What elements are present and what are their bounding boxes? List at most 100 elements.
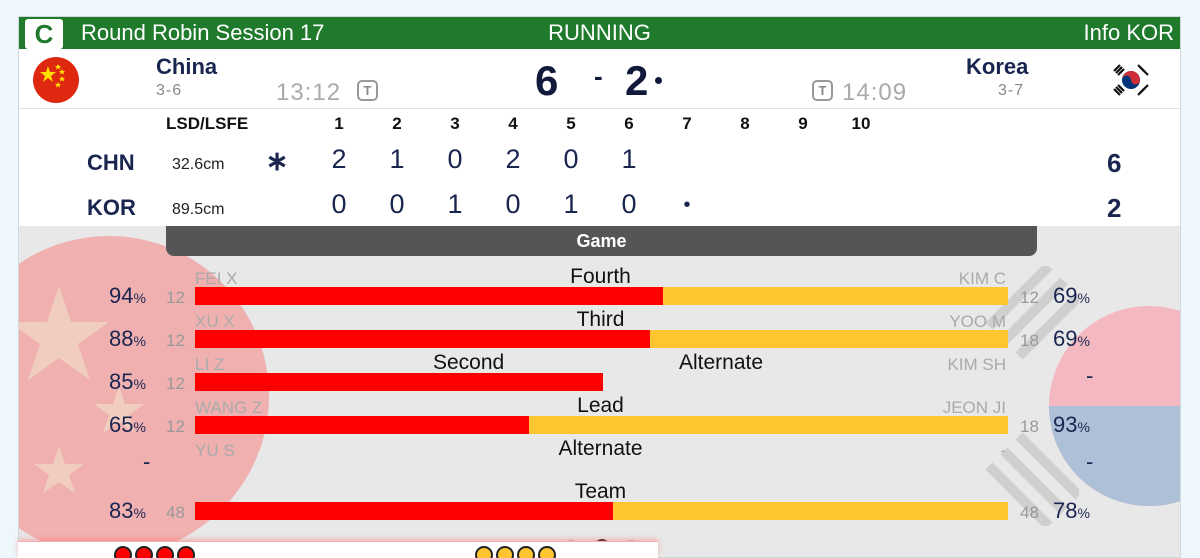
- end-score: 1: [621, 144, 637, 174]
- score-separator: -: [594, 61, 603, 91]
- stone-kor-icon: [517, 546, 535, 558]
- timeout-icon: T: [812, 80, 833, 101]
- left-percentage: 85%: [109, 369, 146, 395]
- game-status: RUNNING: [548, 20, 651, 45]
- stone-kor-icon: [496, 546, 514, 558]
- comparison-bar: [195, 502, 1008, 520]
- player-row: - YU S Alternate - -: [19, 437, 1180, 484]
- stone-kor-icon: [538, 546, 556, 558]
- right-player-name: JEON JI: [942, 398, 1006, 417]
- end-score: 1: [447, 189, 463, 219]
- end-score: 0: [621, 189, 637, 219]
- end-header: 9: [798, 114, 808, 133]
- end-header: 7: [682, 114, 692, 133]
- bar-segment-chn: [195, 373, 603, 391]
- end-score: 0: [563, 144, 579, 174]
- right-player-name: KIM C: [958, 269, 1006, 288]
- percent-unit: %: [1077, 505, 1090, 521]
- right-shot-count: 18: [1020, 417, 1039, 436]
- position-label: Second: [433, 351, 505, 374]
- end-header: 3: [450, 114, 460, 133]
- game-stats-panel: Game 94% 12 FEI X Fourth KIM C 12 69% 88% 12 XU X…: [19, 226, 1180, 557]
- stone-chn-icon: [156, 546, 174, 558]
- comparison-bar: [195, 416, 1008, 434]
- right-percentage: 69%: [1053, 326, 1090, 352]
- end-header: 5: [566, 114, 576, 133]
- percent-unit: %: [133, 419, 146, 435]
- left-player-name: LI Z: [195, 355, 225, 374]
- stone-chn-icon: [114, 546, 132, 558]
- score-china: 6: [535, 57, 559, 104]
- right-percentage-value: 69: [1053, 283, 1078, 308]
- game-card: C Round Robin Session 17 RUNNING Info KO…: [18, 16, 1181, 558]
- tab-game[interactable]: Game: [166, 226, 1037, 256]
- right-shot-count: 48: [1020, 503, 1039, 522]
- position-label: Team: [574, 480, 627, 503]
- left-shot-count: 12: [166, 374, 185, 393]
- end-header: 1: [334, 114, 344, 133]
- bar-segment-kor: [529, 416, 1008, 434]
- korea-flag-icon: [1108, 57, 1154, 103]
- lsd-value-kor: 89.5cm: [172, 201, 225, 218]
- timeout-icon: T: [357, 80, 378, 101]
- bar-segment-chn: [195, 287, 663, 305]
- bar-segment-chn: [195, 416, 529, 434]
- team-name-china: China: [156, 54, 218, 79]
- percent-unit: %: [133, 376, 146, 392]
- bar-segment-chn: [195, 502, 613, 520]
- info-link[interactable]: Info KOR: [1084, 20, 1174, 46]
- percent-unit: %: [133, 333, 146, 349]
- thinking-clock-korea: 14:09: [842, 79, 908, 106]
- lsd-header: LSD/LSFE: [166, 114, 249, 133]
- left-shot-count: 12: [166, 417, 185, 436]
- bar-segment-kor: [663, 287, 1008, 305]
- stone-kor-icon: [475, 546, 493, 558]
- end-score: 1: [389, 144, 405, 174]
- percent-unit: %: [1077, 290, 1090, 306]
- player-row: 83% 48 Team 48 78%: [19, 480, 1180, 527]
- end-header: 6: [624, 114, 634, 133]
- end-score: 0: [389, 189, 405, 219]
- comparison-bar: [195, 373, 1008, 391]
- team-name-korea: Korea: [966, 54, 1029, 79]
- bar-segment-kor: [613, 502, 1008, 520]
- right-percentage: -: [1086, 449, 1094, 474]
- end-score: 1: [563, 189, 579, 219]
- right-percentage: 78%: [1053, 498, 1090, 524]
- line-score: LSD/LSFE CHN 32.6cm ∗ 6 KOR 89.5cm 2 1 2 3…: [19, 110, 1180, 226]
- right-player-name: KIM SH: [947, 355, 1006, 374]
- end-header: 2: [392, 114, 402, 133]
- percent-unit: %: [1077, 419, 1090, 435]
- player-row: 65% 12 WANG Z Lead JEON JI 18 93%: [19, 394, 1180, 441]
- right-percentage: 93%: [1053, 412, 1090, 438]
- lsfe-marker-icon: ∗: [265, 146, 289, 176]
- percent-unit: %: [1077, 333, 1090, 349]
- player-row: 85% 12 LI Z Second Alternate KIM SH -: [19, 351, 1180, 398]
- right-player-name: YOO M: [949, 312, 1006, 331]
- comparison-bar: [195, 330, 1008, 348]
- bar-segment-chn: [195, 330, 650, 348]
- right-percentage: 69%: [1053, 283, 1090, 309]
- right-percentage-value: 93: [1053, 412, 1078, 437]
- score-korea: 2: [625, 57, 649, 104]
- stone-chn-icon: [135, 546, 153, 558]
- end-header: 8: [740, 114, 750, 133]
- right-shot-count: 18: [1020, 331, 1039, 350]
- player-row: 88% 12 XU X Third YOO M 18 69%: [19, 308, 1180, 355]
- right-percentage-value: 69: [1053, 326, 1078, 351]
- right-percentage: -: [1086, 363, 1094, 388]
- total-score-kor: 2: [1107, 193, 1122, 223]
- stone-chn-icon: [177, 546, 195, 558]
- stones-remaining-strip: [18, 541, 658, 558]
- percent-unit: %: [133, 290, 146, 306]
- left-percentage-value: 85: [109, 369, 134, 394]
- right-percentage-value: 78: [1053, 498, 1078, 523]
- line-score-team-chn: CHN: [87, 150, 135, 175]
- team-record-korea: 3-7: [998, 82, 1025, 99]
- left-shot-count: 12: [166, 288, 185, 307]
- percent-unit: %: [133, 505, 146, 521]
- score-header: China 3-6 13:12 T 6 - 2 T 14:09 Korea 3-…: [19, 49, 1180, 109]
- end-score: 0: [331, 189, 347, 219]
- end-score: 0: [505, 189, 521, 219]
- comparison-bar: [195, 287, 1008, 305]
